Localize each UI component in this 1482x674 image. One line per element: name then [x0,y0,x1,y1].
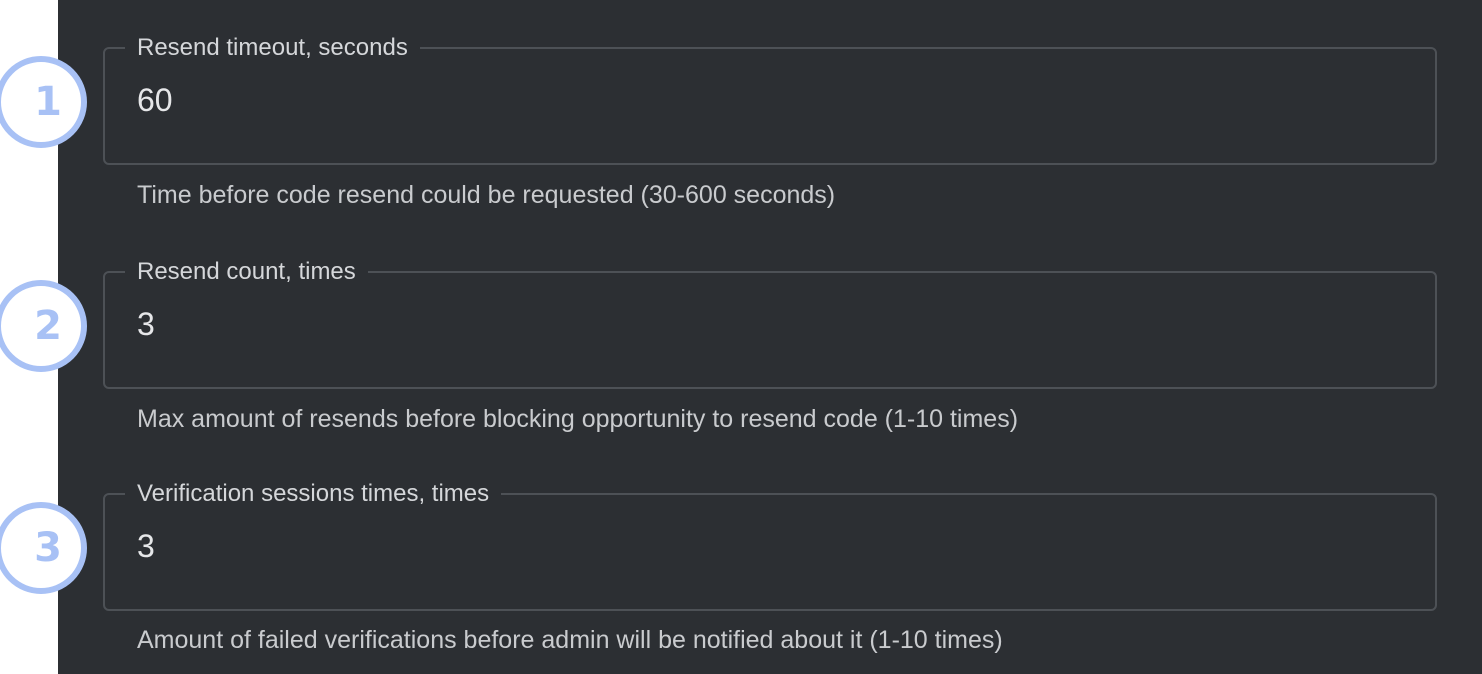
screenshot-stage: Resend timeout, seconds Time before code… [0,0,1482,674]
resend-count-helper: Max amount of resends before blocking op… [137,405,1019,433]
resend-timeout-field[interactable]: Resend timeout, seconds [103,36,1437,165]
resend-count-field[interactable]: Resend count, times [103,260,1437,389]
resend-timeout-helper: Time before code resend could be request… [137,181,836,209]
resend-timeout-label: Resend timeout, seconds [137,34,408,61]
resend-timeout-input[interactable] [137,80,1337,120]
verification-sessions-input[interactable] [137,526,1337,566]
verification-sessions-field[interactable]: Verification sessions times, times [103,482,1437,611]
resend-count-label: Resend count, times [137,258,356,285]
resend-count-input[interactable] [137,304,1337,344]
verification-sessions-label: Verification sessions times, times [137,480,490,507]
verification-sessions-helper: Amount of failed verifications before ad… [137,626,1003,654]
